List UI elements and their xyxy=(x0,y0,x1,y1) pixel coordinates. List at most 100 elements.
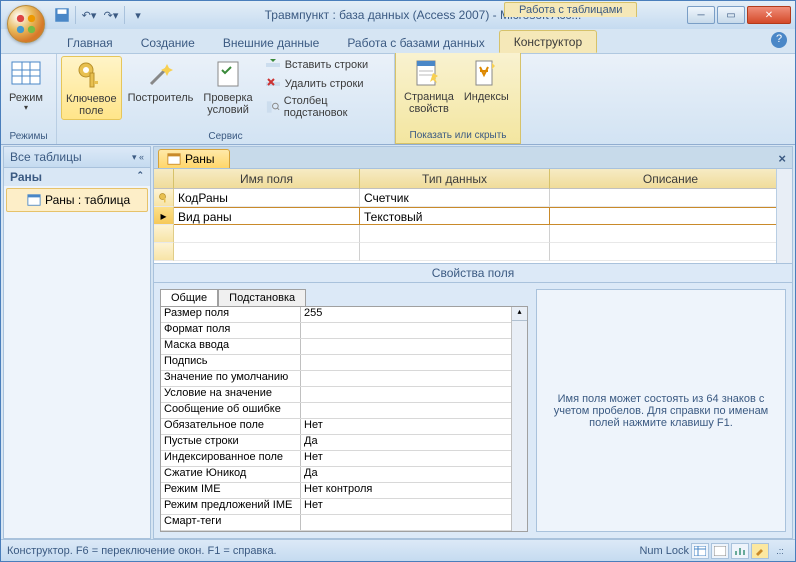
property-value[interactable]: 255 xyxy=(301,307,527,322)
property-value[interactable] xyxy=(301,323,527,338)
insert-rows-button[interactable]: Вставить строки xyxy=(263,56,390,74)
property-name: Размер поля xyxy=(161,307,301,322)
property-value[interactable]: Нет xyxy=(301,419,527,434)
view-pivotchart-icon[interactable] xyxy=(731,543,749,559)
indexes-button[interactable]: Индексы xyxy=(460,55,513,105)
property-value[interactable]: Нет xyxy=(301,499,527,514)
key-icon xyxy=(75,59,107,91)
field-name-cell[interactable]: Вид раны xyxy=(174,207,360,225)
ribbon-tab-dbtools[interactable]: Работа с базами данных xyxy=(333,32,498,53)
property-name: Подпись xyxy=(161,355,301,370)
property-row[interactable]: Смарт-теги xyxy=(161,515,527,531)
property-row[interactable]: Пустые строкиДа xyxy=(161,435,527,451)
maximize-button[interactable]: ▭ xyxy=(717,6,745,24)
property-value[interactable] xyxy=(301,515,527,530)
primary-key-button[interactable]: Ключевое поле xyxy=(61,56,122,120)
property-row[interactable]: Размер поля255 xyxy=(161,307,527,323)
save-icon[interactable] xyxy=(53,6,71,24)
property-name: Сжатие Юникод xyxy=(161,467,301,482)
view-design-icon[interactable] xyxy=(751,543,769,559)
quick-access-toolbar: ↶▾ ↷▾ ▾ xyxy=(53,6,147,24)
ribbon-tab-external[interactable]: Внешние данные xyxy=(209,32,334,53)
minimize-button[interactable]: ─ xyxy=(687,6,715,24)
property-value[interactable] xyxy=(301,387,527,402)
nav-dropdown-icon[interactable]: ▾ « xyxy=(132,152,144,163)
nav-group[interactable]: Раны ⌃ xyxy=(4,168,150,186)
property-sheet-button[interactable]: Страница свойств xyxy=(400,55,458,117)
property-row[interactable]: Подпись xyxy=(161,355,527,371)
grid-scrollbar[interactable] xyxy=(776,169,792,263)
property-name: Значение по умолчанию xyxy=(161,371,301,386)
property-row[interactable]: Маска ввода xyxy=(161,339,527,355)
close-button[interactable]: ✕ xyxy=(747,6,791,24)
redo-icon[interactable]: ↷▾ xyxy=(102,6,120,24)
status-menu-icon[interactable]: .:: xyxy=(771,543,789,559)
property-name: Обязательное поле xyxy=(161,419,301,434)
context-tab-title: Работа с таблицами xyxy=(504,2,637,17)
property-value[interactable]: Да xyxy=(301,435,527,450)
property-row[interactable]: Режим IMEНет контроля xyxy=(161,483,527,499)
property-value[interactable]: Нет xyxy=(301,451,527,466)
property-value[interactable] xyxy=(301,371,527,386)
property-row[interactable]: Сжатие ЮникодДа xyxy=(161,467,527,483)
qat-dropdown-icon[interactable]: ▾ xyxy=(129,6,147,24)
col-field-name[interactable]: Имя поля xyxy=(174,169,360,189)
nav-header[interactable]: Все таблицы ▾ « xyxy=(4,147,150,168)
property-row[interactable]: Сообщение об ошибке xyxy=(161,403,527,419)
close-tab-icon[interactable]: × xyxy=(778,151,786,166)
office-button[interactable] xyxy=(7,5,45,43)
delete-rows-button[interactable]: Удалить строки xyxy=(263,75,390,93)
field-row[interactable]: КодРаныСчетчик xyxy=(154,189,792,207)
field-type-cell[interactable]: Счетчик xyxy=(360,189,550,207)
wand-icon xyxy=(145,58,177,90)
property-row[interactable]: Условие на значение xyxy=(161,387,527,403)
undo-icon[interactable]: ↶▾ xyxy=(80,6,98,24)
property-row[interactable]: Обязательное полеНет xyxy=(161,419,527,435)
select-all-corner[interactable] xyxy=(154,169,174,189)
ribbon-tab-row: Главная Создание Внешние данные Работа с… xyxy=(1,29,795,53)
property-name: Формат поля xyxy=(161,323,301,338)
view-datasheet-icon[interactable] xyxy=(691,543,709,559)
prop-tab-lookup[interactable]: Подстановка xyxy=(218,289,306,306)
group-service: Сервис xyxy=(61,130,390,144)
field-row[interactable]: ▸Вид раныТекстовый xyxy=(154,207,792,225)
col-description[interactable]: Описание xyxy=(550,169,792,189)
property-value[interactable] xyxy=(301,355,527,370)
insert-row-icon xyxy=(265,57,281,73)
ribbon-tab-create[interactable]: Создание xyxy=(127,32,209,53)
field-type-cell[interactable]: Текстовый xyxy=(360,207,550,225)
builder-button[interactable]: Построитель xyxy=(124,56,198,106)
property-value[interactable]: Нет контроля xyxy=(301,483,527,498)
field-name-cell[interactable]: КодРаны xyxy=(174,189,360,207)
property-value[interactable] xyxy=(301,339,527,354)
test-rules-button[interactable]: Проверка условий xyxy=(199,56,256,118)
property-row[interactable]: Индексированное полеНет xyxy=(161,451,527,467)
property-name: Сообщение об ошибке xyxy=(161,403,301,418)
property-scrollbar[interactable]: ▴ xyxy=(511,307,527,531)
lookup-column-button[interactable]: Столбец подстановок xyxy=(263,94,390,120)
nav-item-table[interactable]: Раны : таблица xyxy=(6,188,148,212)
delete-row-icon xyxy=(265,76,281,92)
ribbon-tab-design[interactable]: Конструктор xyxy=(499,30,597,53)
property-name: Маска ввода xyxy=(161,339,301,354)
table-icon xyxy=(27,193,41,207)
property-value[interactable]: Да xyxy=(301,467,527,482)
document-tab[interactable]: Раны xyxy=(158,149,230,168)
indexes-icon xyxy=(470,57,502,89)
col-data-type[interactable]: Тип данных xyxy=(360,169,550,189)
property-name: Режим предложений IME xyxy=(161,499,301,514)
help-icon[interactable]: ? xyxy=(771,32,787,48)
test-rules-label: Проверка условий xyxy=(203,92,252,116)
prop-tab-general[interactable]: Общие xyxy=(160,289,218,306)
ribbon-tab-home[interactable]: Главная xyxy=(53,32,127,53)
collapse-icon[interactable]: ⌃ xyxy=(136,170,144,184)
property-row[interactable]: Режим предложений IMEНет xyxy=(161,499,527,515)
field-desc-cell[interactable] xyxy=(550,207,792,225)
property-row[interactable]: Значение по умолчанию xyxy=(161,371,527,387)
primary-key-label: Ключевое поле xyxy=(66,93,117,117)
property-row[interactable]: Формат поля xyxy=(161,323,527,339)
view-pivottable-icon[interactable] xyxy=(711,543,729,559)
property-value[interactable] xyxy=(301,403,527,418)
field-desc-cell[interactable] xyxy=(550,189,792,207)
view-button[interactable]: Режим▾ xyxy=(5,56,47,115)
